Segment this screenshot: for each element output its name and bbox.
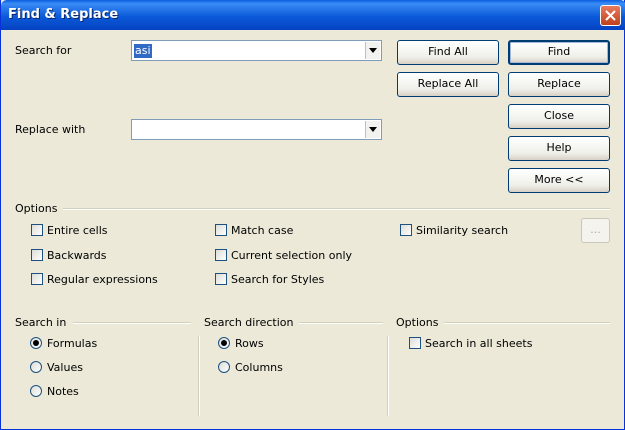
chevron-down-icon — [369, 48, 377, 53]
search-all-sheets-label[interactable]: Search in all sheets — [425, 337, 532, 350]
match-case-label[interactable]: Match case — [231, 224, 293, 237]
entire-cells-checkbox[interactable] — [31, 224, 43, 236]
search-in-heading: Search in — [15, 316, 67, 329]
chevron-down-icon — [369, 127, 377, 132]
notes-label[interactable]: Notes — [47, 385, 79, 398]
search-for-combo[interactable]: asi — [131, 40, 382, 61]
search-for-label: Search for — [15, 44, 72, 57]
regular-expressions-label[interactable]: Regular expressions — [47, 273, 158, 286]
replace-with-label: Replace with — [15, 123, 86, 136]
replace-with-combo[interactable] — [131, 119, 382, 140]
window-title: Find & Replace — [8, 7, 119, 22]
notes-radio[interactable] — [30, 385, 42, 397]
similarity-search-label[interactable]: Similarity search — [416, 224, 508, 237]
columns-radio[interactable] — [218, 361, 230, 373]
formulas-label[interactable]: Formulas — [47, 337, 97, 350]
title-bar[interactable]: Find & Replace — [1, 0, 625, 30]
find-all-button[interactable]: Find All — [397, 40, 499, 65]
replace-with-dropdown-button[interactable] — [365, 121, 380, 138]
close-icon — [605, 10, 616, 21]
options-divider — [63, 208, 610, 210]
search-for-styles-checkbox[interactable] — [215, 273, 227, 285]
options2-heading: Options — [396, 316, 439, 329]
backwards-checkbox[interactable] — [31, 249, 43, 261]
current-selection-only-label[interactable]: Current selection only — [231, 249, 352, 262]
replace-all-button[interactable]: Replace All — [397, 72, 499, 97]
options2-divider — [444, 322, 610, 324]
regular-expressions-checkbox[interactable] — [31, 273, 43, 285]
find-replace-dialog: Find & Replace Search for asi Replace wi… — [0, 0, 625, 430]
columns-label[interactable]: Columns — [235, 361, 283, 374]
search-direction-divider — [299, 322, 383, 324]
formulas-radio[interactable] — [30, 337, 42, 349]
find-button[interactable]: Find — [508, 40, 610, 65]
similarity-settings-button[interactable]: ... — [581, 218, 610, 243]
close-button[interactable]: Close — [508, 104, 610, 129]
backwards-label[interactable]: Backwards — [47, 249, 107, 262]
search-direction-heading: Search direction — [204, 316, 294, 329]
rows-label[interactable]: Rows — [235, 337, 264, 350]
search-for-value[interactable]: asi — [134, 44, 152, 58]
options-heading: Options — [15, 202, 58, 215]
entire-cells-label[interactable]: Entire cells — [47, 224, 108, 237]
search-for-dropdown-button[interactable] — [365, 42, 380, 59]
close-window-button[interactable] — [600, 5, 621, 26]
rows-radio[interactable] — [218, 337, 230, 349]
current-selection-only-checkbox[interactable] — [215, 249, 227, 261]
values-label[interactable]: Values — [47, 361, 83, 374]
separator-vertical-2 — [387, 336, 389, 416]
values-radio[interactable] — [30, 361, 42, 373]
similarity-search-checkbox[interactable] — [400, 224, 412, 236]
search-in-divider — [73, 322, 191, 324]
search-for-styles-label[interactable]: Search for Styles — [231, 273, 324, 286]
match-case-checkbox[interactable] — [215, 224, 227, 236]
help-button[interactable]: Help — [508, 136, 610, 161]
replace-button[interactable]: Replace — [508, 72, 610, 97]
separator-vertical-1 — [198, 336, 200, 416]
more-button[interactable]: More << — [508, 168, 610, 193]
search-all-sheets-checkbox[interactable] — [409, 337, 421, 349]
